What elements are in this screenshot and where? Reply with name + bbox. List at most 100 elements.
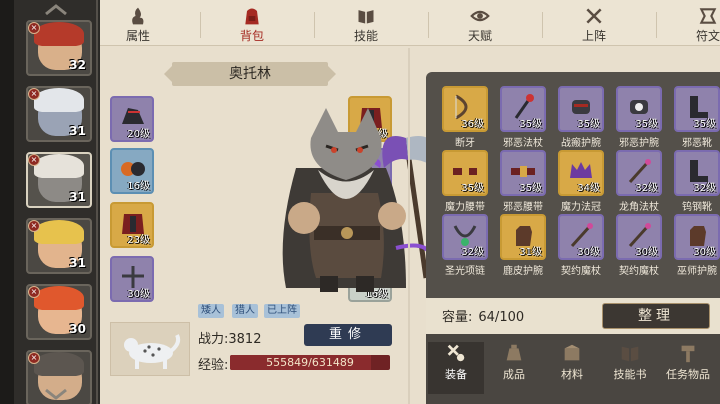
equipment-slot[interactable]: 30级 — [110, 256, 154, 302]
pet-slot[interactable] — [110, 322, 190, 376]
hero-card[interactable]: × 32 — [26, 20, 92, 76]
item-level: 36级 — [461, 119, 484, 130]
item-name: 邪恶腰带 — [503, 202, 543, 213]
hero-card[interactable]: × 31 — [26, 86, 92, 142]
equipment-slot[interactable]: 20级 — [110, 96, 154, 142]
item-level: 30级 — [577, 247, 600, 258]
equipment-slot[interactable]: 16级 — [110, 148, 154, 194]
inventory-item[interactable]: 30级 — [674, 214, 720, 260]
equipment-slot[interactable]: 23级 — [110, 202, 154, 248]
book-icon — [358, 10, 374, 24]
tab-divider — [314, 12, 315, 38]
item-name: 邪恶法杖 — [503, 138, 543, 149]
inventory-item[interactable]: 32级 — [616, 150, 662, 196]
tab-divider — [656, 12, 657, 38]
tab-divider — [200, 12, 201, 38]
class-badge-icon: × — [28, 154, 40, 166]
hero-level: 31 — [69, 190, 86, 204]
tab-3[interactable]: 天赋 — [448, 6, 512, 46]
tab-divider — [542, 12, 543, 38]
capacity-label: 容量: 64/100 — [442, 306, 524, 325]
item-name: 邪恶护腕 — [619, 138, 659, 149]
crate-icon — [564, 344, 580, 361]
inventory-tab[interactable]: 材料 — [544, 342, 600, 394]
item-level: 32级 — [635, 183, 658, 194]
inventory-item[interactable]: 35级 — [500, 86, 546, 132]
inventory-tab-label: 技能书 — [613, 368, 647, 381]
power-label: 战力:3812 — [198, 328, 261, 347]
scroll-up-icon[interactable] — [44, 4, 68, 16]
tab-label: 背包 — [239, 29, 264, 43]
tab-2[interactable]: 技能 — [334, 6, 398, 46]
rune-icon — [699, 8, 717, 24]
item-level: 32级 — [461, 247, 484, 258]
inventory-item[interactable]: 35级 — [558, 86, 604, 132]
hero-card[interactable]: × 31 — [26, 218, 92, 274]
inventory-item[interactable]: 32级 — [442, 214, 488, 260]
item-level: 35级 — [693, 119, 716, 130]
snow-leopard-icon — [124, 334, 181, 369]
panel-divider — [408, 48, 410, 404]
main-panel: 属性背包技能天赋上阵符文 奥托林 20级16级23级30级 22级25级22级1… — [100, 0, 720, 404]
inventory-item[interactable]: 31级 — [500, 214, 546, 260]
hero-roster[interactable]: × 32 × 31 × 31 × 31 × 30 × — [14, 0, 98, 404]
tab-1[interactable]: 背包 — [220, 6, 284, 46]
rebuild-button[interactable]: 重修 — [304, 324, 392, 346]
tab-label: 上阵 — [581, 29, 606, 43]
inventory-item[interactable]: 30级 — [616, 214, 662, 260]
hero-hair — [34, 22, 84, 46]
capacity-value: 64/100 — [478, 310, 525, 325]
item-level: 30级 — [635, 247, 658, 258]
scroll-down-icon[interactable] — [44, 388, 68, 400]
flame-icon — [132, 7, 144, 25]
item-name: 战瘢护腕 — [561, 138, 601, 149]
inventory-item[interactable]: 30级 — [558, 214, 604, 260]
hammer-icon — [681, 345, 695, 363]
inventory-item[interactable]: 34级 — [558, 150, 604, 196]
hero-hair — [34, 88, 84, 112]
exp-text: 555849/631489 — [266, 356, 354, 369]
item-name: 邪恶靴 — [682, 138, 712, 149]
tab-divider — [428, 12, 429, 38]
hero-level: 31 — [69, 256, 86, 270]
equipment-icon — [447, 344, 465, 362]
inventory-tab-label: 任务物品 — [666, 368, 710, 381]
item-name: 契约魔杖 — [619, 266, 659, 277]
hero-level: 31 — [69, 124, 86, 138]
game-screen: × 32 × 31 × 31 × 31 × 30 × 属性 背包 技能 天赋 上阵 符文 奥托林 20级 16级… — [0, 0, 720, 404]
item-level: 32级 — [693, 183, 716, 194]
inventory-item[interactable]: 35级 — [442, 150, 488, 196]
inventory-item[interactable]: 35级 — [674, 86, 720, 132]
inventory-item[interactable]: 36级 — [442, 86, 488, 132]
inventory-tab[interactable]: 技能书 — [602, 342, 658, 394]
inventory-item[interactable]: 35级 — [616, 86, 662, 132]
item-name: 圣光项链 — [445, 266, 485, 277]
hero-level: 32 — [69, 58, 86, 72]
inventory-tabs: 装备 成品 材料 技能书 任务物品 — [426, 334, 720, 404]
hero-card[interactable]: × 31 — [26, 152, 92, 208]
inventory-item[interactable]: 32级 — [674, 150, 720, 196]
hero-hair — [34, 286, 84, 310]
tab-5[interactable]: 符文 — [676, 6, 720, 46]
inventory-grid: 36级 断牙 35级 邪恶法杖 35级 战瘢护腕 35级 邪恶护腕 35级 邪恶靴 35级 魔力腰带 3… — [436, 86, 720, 286]
tab-0[interactable]: 属性 — [106, 6, 170, 46]
item-name: 巫师护腕 — [677, 266, 717, 277]
tab-label: 技能 — [353, 29, 378, 43]
item-name: 龙角法杖 — [619, 202, 659, 213]
item-level: 35级 — [519, 119, 542, 130]
power-caption: 战力: — [198, 332, 229, 347]
item-level: 35级 — [577, 119, 600, 130]
exp-bar: 555849/631489 — [230, 355, 390, 370]
inventory-tab[interactable]: 成品 — [486, 342, 542, 394]
character-tag: 猎人 — [232, 304, 258, 318]
tab-label: 符文 — [695, 29, 720, 43]
tab-4[interactable]: 上阵 — [562, 6, 626, 46]
inventory-tab[interactable]: 任务物品 — [660, 342, 716, 394]
character-tag: 矮人 — [198, 304, 224, 318]
inventory-item[interactable]: 35级 — [500, 150, 546, 196]
sort-button[interactable]: 整理 — [602, 303, 710, 329]
hero-hair — [34, 220, 84, 244]
inventory-tab[interactable]: 装备 — [428, 342, 484, 394]
tab-label: 天赋 — [467, 29, 492, 43]
hero-card[interactable]: × 30 — [26, 284, 92, 340]
